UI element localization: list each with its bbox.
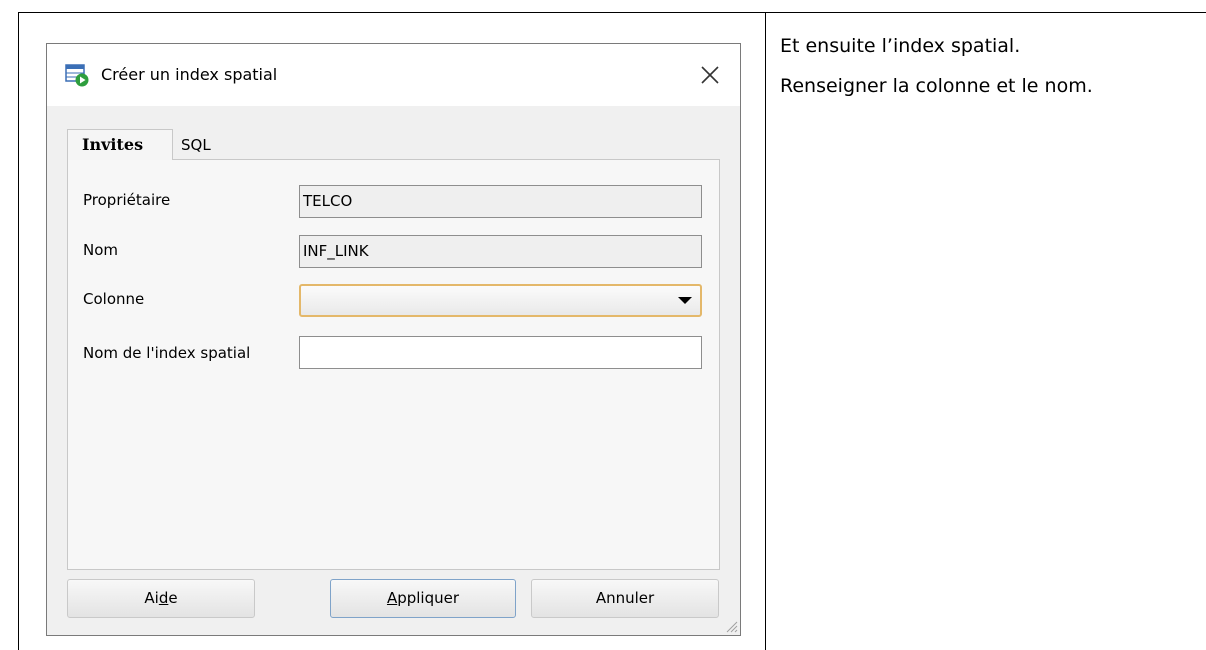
index-name-input[interactable]	[299, 336, 702, 369]
apply-label-suffix: ppliquer	[397, 589, 460, 607]
instruction-notes: Et ensuite l’index spatial. Renseigner l…	[780, 34, 1093, 114]
close-icon[interactable]	[697, 62, 723, 88]
column-dropdown[interactable]	[299, 284, 702, 317]
resize-grip-icon[interactable]	[724, 619, 738, 633]
tab-sql[interactable]: SQL	[181, 130, 231, 161]
spatial-index-icon	[65, 64, 89, 87]
dialog-title: Créer un index spatial	[101, 65, 278, 84]
help-button[interactable]: Aide	[67, 579, 255, 618]
dialog-titlebar: Créer un index spatial	[47, 44, 740, 106]
create-spatial-index-dialog: Créer un index spatial Invites SQL Propr…	[46, 43, 741, 636]
help-label-prefix: Ai	[144, 589, 159, 607]
tab-invites[interactable]: Invites	[67, 129, 173, 160]
index-name-label: Nom de l'index spatial	[83, 344, 251, 362]
cancel-button[interactable]: Annuler	[531, 579, 719, 618]
apply-button[interactable]: Appliquer	[330, 579, 516, 618]
help-label-mnemonic: d	[158, 589, 169, 607]
owner-field: TELCO	[299, 185, 702, 218]
owner-label: Propriétaire	[83, 191, 171, 209]
table-border-top	[18, 12, 1206, 13]
chevron-down-icon[interactable]	[678, 297, 692, 304]
table-border-left	[18, 12, 19, 650]
table-column-divider	[765, 12, 766, 650]
name-label: Nom	[83, 241, 119, 259]
note-line-1: Et ensuite l’index spatial.	[780, 35, 1021, 57]
apply-label-mnemonic: A	[386, 589, 398, 607]
column-label: Colonne	[83, 290, 145, 308]
help-label-suffix: e	[168, 589, 178, 607]
note-line-2: Renseigner la colonne et le nom.	[780, 75, 1093, 97]
name-field: INF_LINK	[299, 235, 702, 268]
